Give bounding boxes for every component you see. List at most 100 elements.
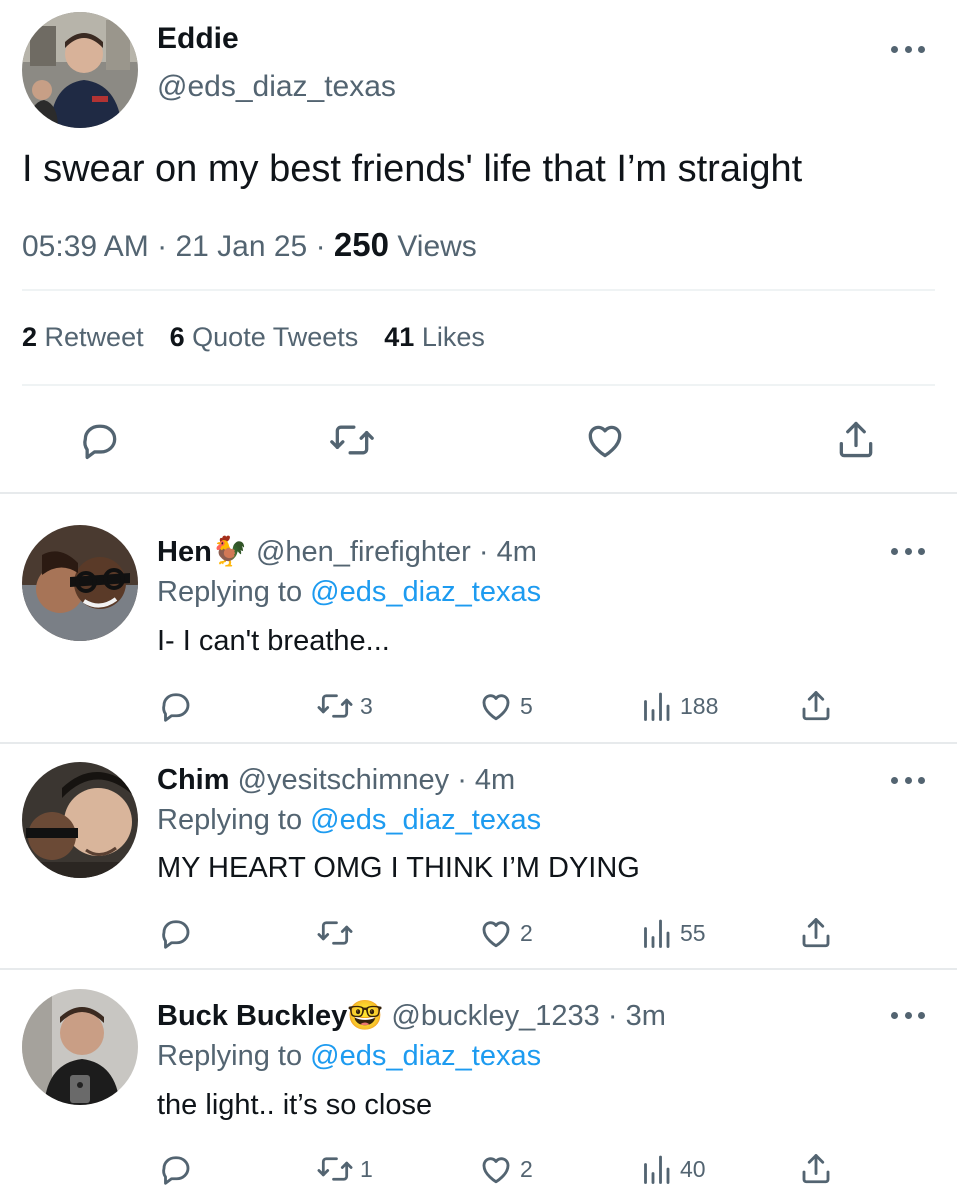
retweet-button[interactable] (328, 418, 376, 462)
replying-to-prefix: Replying to (157, 804, 303, 836)
tweet-stats: 2 Retweet 6 Quote Tweets 41 Likes (22, 322, 485, 353)
more-dots-icon[interactable] (891, 544, 925, 558)
views-button[interactable]: 55 (638, 915, 706, 951)
share-button[interactable] (798, 688, 834, 724)
quotes-label: Quote Tweets (192, 322, 359, 352)
reply-author-name[interactable]: Chim (157, 764, 230, 796)
retweet-icon (330, 425, 374, 455)
reply-bubble-icon (83, 424, 117, 460)
reply-author-name[interactable]: Buck Buckley (157, 1000, 347, 1032)
reply-author-handle[interactable]: @buckley_1233 (391, 1000, 599, 1032)
name-emoji: 🤓 (347, 1000, 384, 1032)
views-bars-icon (644, 1155, 670, 1184)
like-count: 2 (520, 919, 533, 946)
replying-to-prefix: Replying to (157, 1040, 303, 1072)
reply-button[interactable] (158, 1151, 194, 1187)
more-dots-icon[interactable] (891, 1008, 925, 1022)
like-count: 2 (520, 1155, 533, 1182)
heart-icon (482, 921, 510, 948)
share-icon (802, 1154, 830, 1184)
share-icon (802, 691, 830, 721)
more-dots-icon[interactable] (891, 42, 925, 56)
replying-to-mention[interactable]: @eds_diaz_texas (310, 1040, 541, 1072)
divider (0, 492, 957, 494)
replying-to-line: Replying to @eds_diaz_texas (157, 804, 541, 837)
replying-to-mention[interactable]: @eds_diaz_texas (310, 804, 541, 836)
reply-bubble-icon (162, 1156, 190, 1185)
name-emoji: 🐓 (211, 536, 248, 568)
reply-time[interactable]: 3m (626, 1000, 666, 1032)
author-handle[interactable]: @eds_diaz_texas (157, 70, 396, 104)
retweet-icon (317, 921, 353, 945)
replying-to-line: Replying to @eds_diaz_texas (157, 576, 541, 609)
replying-to-prefix: Replying to (157, 576, 303, 608)
reply-bubble-icon (162, 920, 190, 949)
replying-to-mention[interactable]: @eds_diaz_texas (310, 576, 541, 608)
like-button[interactable] (582, 418, 628, 462)
reply-bubble-icon (162, 693, 190, 722)
separator: · (478, 536, 489, 568)
heart-icon (482, 1157, 510, 1184)
views-button[interactable]: 40 (638, 1151, 706, 1187)
reply-avatar[interactable] (22, 762, 138, 878)
reply-time[interactable]: 4m (475, 764, 515, 796)
like-button[interactable]: 2 (478, 915, 533, 951)
retweet-icon (317, 694, 353, 718)
author-name[interactable]: Eddie (157, 22, 239, 56)
reply-button[interactable] (78, 418, 122, 462)
divider (22, 289, 935, 291)
reply-author-name[interactable]: Hen (157, 536, 212, 568)
retweet-count: 3 (360, 692, 373, 719)
share-button[interactable] (798, 915, 834, 951)
retweets-stat[interactable]: 2 Retweet (22, 322, 144, 352)
reply-author-handle[interactable]: @hen_firefighter (256, 536, 471, 568)
likes-stat[interactable]: 41 Likes (384, 322, 485, 352)
quotes-stat[interactable]: 6 Quote Tweets (170, 322, 359, 352)
reply-header: Chim @yesitschimney · 4m (157, 764, 515, 797)
like-count: 5 (520, 692, 533, 719)
share-icon (802, 918, 830, 948)
retweet-button[interactable]: 3 (316, 688, 373, 724)
tweet-time: 05:39 AM (22, 230, 149, 263)
reply-button[interactable] (158, 688, 194, 724)
tweet-date: 21 Jan 25 (175, 230, 308, 263)
like-button[interactable]: 2 (478, 1151, 533, 1187)
reply-text: I- I can't breathe... (157, 625, 390, 657)
meta-separator: · (315, 230, 326, 263)
likes-label: Likes (421, 322, 485, 352)
share-icon (839, 421, 873, 458)
like-button[interactable]: 5 (478, 688, 533, 724)
author-avatar[interactable] (22, 12, 138, 128)
tweet-meta: 05:39 AM · 21 Jan 25 · 250 Views (22, 226, 477, 264)
reply-avatar[interactable] (22, 989, 138, 1105)
heart-icon (588, 425, 622, 458)
views-bars-icon (644, 919, 670, 948)
views-count: 250 (333, 226, 389, 263)
views-button[interactable]: 188 (638, 688, 718, 724)
reply-avatar[interactable] (22, 525, 138, 641)
divider (0, 742, 957, 744)
reply-time[interactable]: 4m (497, 536, 537, 568)
more-dots-icon[interactable] (891, 773, 925, 787)
divider (0, 968, 957, 970)
reply-header: Hen🐓 @hen_firefighter · 4m (157, 535, 537, 569)
meta-separator: · (157, 230, 168, 263)
retweets-count: 2 (22, 322, 38, 352)
reply-button[interactable] (158, 915, 194, 951)
retweet-icon (317, 1157, 353, 1181)
views-bars-icon (644, 692, 670, 721)
share-button[interactable] (834, 418, 878, 462)
quotes-count: 6 (169, 322, 185, 352)
views-count: 188 (680, 692, 719, 719)
retweet-count: 1 (360, 1155, 373, 1182)
retweet-button[interactable] (316, 915, 360, 951)
reply-author-handle[interactable]: @yesitschimney (238, 764, 450, 796)
tweet-text: I swear on my best friends' life that I’… (22, 148, 803, 190)
retweet-button[interactable]: 1 (316, 1151, 373, 1187)
reply-text: the light.. it’s so close (157, 1089, 433, 1121)
separator: · (607, 1000, 618, 1032)
separator: · (457, 764, 467, 796)
views-count: 40 (680, 1155, 706, 1182)
share-button[interactable] (798, 1151, 834, 1187)
replying-to-line: Replying to @eds_diaz_texas (157, 1040, 541, 1073)
